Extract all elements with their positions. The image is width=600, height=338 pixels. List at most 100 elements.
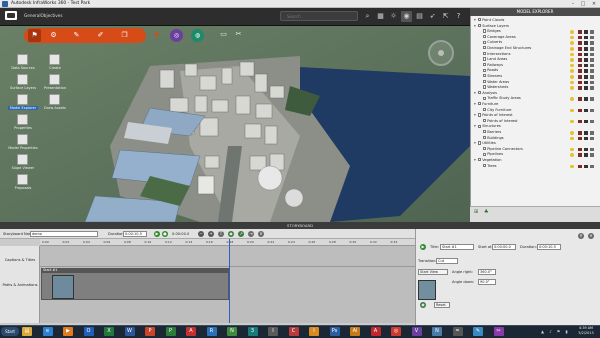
3dsmax-icon[interactable]: 3 bbox=[247, 327, 258, 336]
layer-checkbox[interactable] bbox=[483, 147, 487, 151]
style-swatch[interactable] bbox=[584, 136, 588, 141]
visibility-bulb-icon[interactable] bbox=[570, 119, 574, 124]
layer-checkbox[interactable] bbox=[483, 96, 487, 100]
infraworks-icon[interactable]: I bbox=[268, 327, 278, 336]
style-swatch[interactable] bbox=[590, 80, 594, 85]
visibility-bulb-icon[interactable] bbox=[570, 69, 574, 73]
ie-icon[interactable]: e bbox=[42, 327, 53, 336]
style-swatch[interactable] bbox=[578, 153, 582, 157]
sun-icon[interactable]: ☼ bbox=[388, 11, 399, 22]
style-swatch[interactable] bbox=[578, 52, 582, 57]
visibility-bulb-icon[interactable] bbox=[570, 41, 574, 45]
start-field[interactable]: 0:00:00.0 bbox=[492, 244, 516, 250]
style-swatch[interactable] bbox=[590, 108, 594, 113]
style-swatch[interactable] bbox=[584, 41, 588, 45]
layer-checkbox[interactable] bbox=[478, 91, 482, 95]
storyboard-duration-field[interactable]: 0:00:10.5 bbox=[123, 231, 147, 237]
search-box[interactable] bbox=[280, 11, 358, 21]
visibility-bulb-icon[interactable] bbox=[570, 131, 574, 135]
style-swatch[interactable] bbox=[584, 69, 588, 73]
angle-right-field[interactable]: 360.0° bbox=[478, 269, 496, 275]
export-icon[interactable]: ⇥ bbox=[248, 231, 254, 237]
layer-checkbox[interactable] bbox=[478, 102, 482, 106]
style-swatch[interactable] bbox=[590, 97, 594, 101]
search-input[interactable] bbox=[287, 13, 347, 20]
palette-proposals[interactable]: Proposals bbox=[8, 172, 38, 196]
snip-icon[interactable]: ✂ bbox=[493, 327, 504, 336]
style-swatch[interactable] bbox=[578, 69, 582, 73]
layer-checkbox[interactable] bbox=[478, 158, 482, 162]
visibility-bulb-icon[interactable] bbox=[570, 58, 574, 62]
visibility-bulb-icon[interactable] bbox=[570, 108, 574, 113]
outlook-icon[interactable]: O bbox=[83, 327, 94, 336]
layer-checkbox[interactable] bbox=[478, 23, 482, 27]
inventor-icon[interactable]: I bbox=[309, 327, 319, 336]
style-swatch[interactable] bbox=[584, 52, 588, 57]
style-swatch[interactable] bbox=[578, 108, 582, 113]
style-swatch[interactable] bbox=[578, 97, 582, 101]
copy-icon[interactable]: ❐ bbox=[118, 29, 131, 42]
path-icon[interactable]: ✚ bbox=[150, 29, 163, 42]
style-swatch[interactable] bbox=[590, 69, 594, 73]
visibility-bulb-icon[interactable] bbox=[570, 47, 574, 51]
layer-checkbox[interactable] bbox=[483, 79, 487, 83]
layer-checkbox[interactable] bbox=[483, 63, 487, 67]
style-swatch[interactable] bbox=[590, 63, 594, 68]
visibility-bulb-icon[interactable] bbox=[570, 153, 574, 157]
close-icon[interactable]: × bbox=[589, 1, 599, 7]
battery-icon[interactable]: ▮ bbox=[564, 329, 569, 334]
style-swatch[interactable] bbox=[578, 80, 582, 85]
path-add-icon[interactable]: ↗ bbox=[238, 231, 244, 237]
style-swatch[interactable] bbox=[584, 119, 588, 124]
start-button[interactable]: Start bbox=[1, 327, 19, 336]
layer-checkbox[interactable] bbox=[478, 141, 482, 145]
style-swatch[interactable] bbox=[590, 75, 594, 79]
visibility-bulb-icon[interactable] bbox=[570, 75, 574, 79]
style-swatch[interactable] bbox=[584, 147, 588, 152]
powerpoint-icon[interactable]: P bbox=[145, 327, 155, 336]
style-swatch[interactable] bbox=[578, 30, 582, 34]
storyboard-name-field[interactable]: demo bbox=[30, 231, 98, 237]
style-swatch[interactable] bbox=[584, 153, 588, 157]
visibility-bulb-icon[interactable] bbox=[570, 52, 574, 57]
title-field[interactable]: Start #1 bbox=[440, 244, 474, 250]
style-swatch[interactable] bbox=[578, 58, 582, 62]
grid-icon[interactable]: ▤ bbox=[414, 11, 425, 22]
glasses-icon[interactable]: ◎ bbox=[170, 29, 183, 42]
style-swatch[interactable] bbox=[590, 58, 594, 62]
layer-checkbox[interactable] bbox=[478, 18, 482, 22]
visibility-bulb-icon[interactable] bbox=[570, 136, 574, 141]
style-swatch[interactable] bbox=[584, 35, 588, 40]
zoom-out-icon[interactable]: − bbox=[198, 231, 204, 237]
layer-checkbox[interactable] bbox=[483, 46, 487, 50]
civil3d-icon[interactable]: C bbox=[288, 327, 299, 336]
camera-add-icon[interactable]: ◉ bbox=[228, 231, 234, 237]
pencil-icon[interactable]: ✐ bbox=[94, 29, 107, 42]
app-logo[interactable] bbox=[5, 11, 17, 20]
style-swatch[interactable] bbox=[578, 119, 582, 124]
visibility-bulb-icon[interactable] bbox=[570, 86, 574, 90]
style-swatch[interactable] bbox=[590, 47, 594, 51]
style-swatch[interactable] bbox=[578, 147, 582, 152]
layer-checkbox[interactable] bbox=[483, 163, 487, 167]
style-swatch[interactable] bbox=[578, 41, 582, 45]
project-icon[interactable]: P bbox=[165, 327, 176, 336]
layer-checkbox[interactable] bbox=[483, 57, 487, 61]
illustrator-icon[interactable]: Ai bbox=[350, 327, 360, 336]
help-icon[interactable]: ? bbox=[453, 11, 464, 22]
style-swatch[interactable] bbox=[590, 30, 594, 34]
style-swatch[interactable] bbox=[584, 58, 588, 62]
acrobat-icon[interactable]: A bbox=[370, 327, 381, 336]
add-caption-icon[interactable]: T bbox=[218, 231, 224, 237]
visibility-bulb-icon[interactable] bbox=[570, 80, 574, 85]
photoshop-icon[interactable]: Ps bbox=[329, 327, 340, 336]
timeline-playhead[interactable] bbox=[229, 239, 230, 323]
camera-icon[interactable]: ◉ bbox=[401, 11, 412, 22]
visibility-bulb-icon[interactable] bbox=[570, 164, 574, 169]
search-icon[interactable]: ⌕ bbox=[362, 11, 373, 22]
tools-icon[interactable]: ✂ bbox=[233, 29, 244, 40]
cursor-icon[interactable]: ➶ bbox=[427, 11, 438, 22]
layer-checkbox[interactable] bbox=[483, 130, 487, 134]
chrome-icon[interactable]: ◎ bbox=[391, 327, 401, 336]
style-swatch[interactable] bbox=[590, 136, 594, 141]
